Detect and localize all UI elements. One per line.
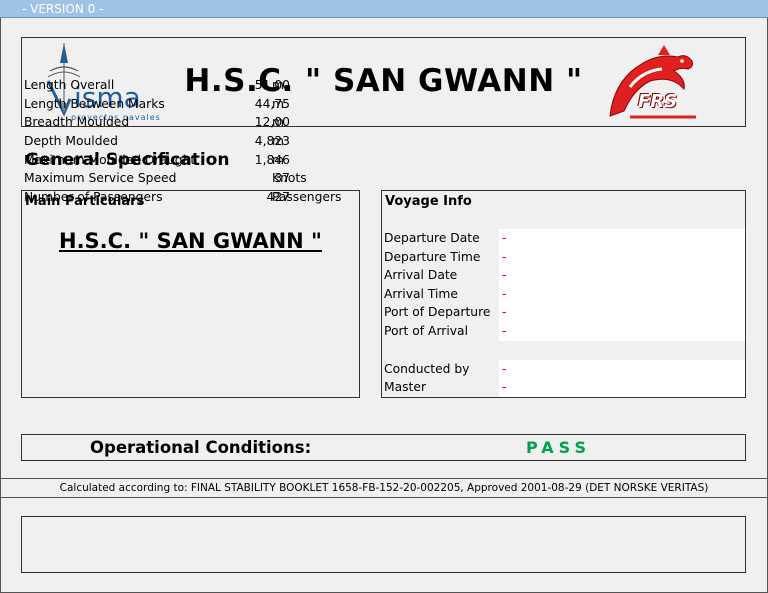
spec-row: Maximum Moulded Draught 1,846 m	[24, 151, 358, 169]
sheet-divider-top	[0, 478, 768, 479]
spec-row: Number of Passengers 427 Passengers	[24, 188, 358, 206]
operational-conditions-box: Operational Conditions: PASS	[21, 434, 746, 461]
frs-logo: FRS	[600, 41, 702, 123]
voyage-row: Arrival Date -	[382, 266, 745, 284]
voyage-field-value[interactable]: -	[499, 378, 745, 396]
operational-conditions-label: Operational Conditions:	[90, 438, 312, 457]
spec-label: Breadth Moulded	[24, 115, 130, 129]
status-badge: PASS	[526, 438, 591, 457]
voyage-field-label: Arrival Date	[384, 268, 458, 282]
voyage-info-title: Voyage Info	[385, 194, 472, 209]
calculation-note: Calculated according to: FINAL STABILITY…	[59, 482, 709, 494]
crew-row: Master -	[382, 378, 745, 396]
sheet-divider-mid	[0, 497, 768, 498]
voyage-field-label: Port of Departure	[384, 305, 491, 319]
version-bar: - VERSION 0 -	[0, 0, 768, 18]
voyage-field-value[interactable]: -	[499, 229, 745, 247]
spec-label: Length Between Marks	[24, 97, 165, 111]
voyage-field-label: Port of Arrival	[384, 324, 469, 338]
voyage-row: Port of Arrival -	[382, 322, 745, 340]
spec-unit: m	[272, 153, 284, 167]
spec-label: Length Overall	[24, 78, 115, 92]
spec-unit: m	[272, 115, 284, 129]
spec-label: Maximum Service Speed	[24, 171, 177, 185]
voyage-info-panel: Voyage Info Departure Date - Departure Tim…	[381, 190, 746, 398]
spec-label: Number of Passengers	[24, 190, 163, 204]
voyage-field-label: Master	[384, 380, 426, 394]
spec-row: Length Overall 51,00 m	[24, 76, 358, 94]
voyage-row: Arrival Time -	[382, 285, 745, 303]
sheet-border-left	[0, 18, 1, 593]
spec-unit: m	[272, 134, 284, 148]
voyage-field-label: Departure Time	[384, 250, 481, 264]
voyage-field-label: Departure Date	[384, 231, 480, 245]
spec-unit: Passengers	[272, 190, 342, 204]
spec-row: Breadth Moulded 12,00 m	[24, 113, 358, 131]
voyage-field-value[interactable]: -	[499, 303, 745, 321]
voyage-field-label: Arrival Time	[384, 287, 458, 301]
spec-row: Depth Moulded 4,823 m	[24, 132, 358, 150]
spec-unit: Knots	[272, 171, 307, 185]
voyage-field-label: Conducted by	[384, 362, 470, 376]
version-label: - VERSION 0 -	[22, 2, 104, 16]
spec-unit: m	[272, 97, 284, 111]
main-particulars-panel: Main Particulars H.S.C. " SAN GWANN " Le…	[21, 78, 360, 398]
spec-label: Maximum Moulded Draught	[24, 153, 196, 167]
ship-name: H.S.C. " SAN GWANN "	[59, 229, 322, 253]
frs-wordmark: FRS	[638, 91, 678, 112]
crew-row: Conducted by -	[382, 360, 745, 378]
spec-unit: m	[272, 78, 284, 92]
voyage-field-value[interactable]: -	[499, 322, 745, 340]
spec-label: Depth Moulded	[24, 134, 118, 148]
notes-box	[21, 516, 746, 573]
voyage-row: Port of Departure -	[382, 303, 745, 321]
spec-row: Maximum Service Speed 37 Knots	[24, 169, 358, 187]
voyage-field-value[interactable]: -	[499, 248, 745, 266]
voyage-row: Departure Time -	[382, 248, 745, 266]
voyage-field-value[interactable]: -	[499, 360, 745, 378]
voyage-field-value[interactable]: -	[499, 285, 745, 303]
voyage-row: Departure Date -	[382, 229, 745, 247]
spec-row: Length Between Marks 44,75 m	[24, 95, 358, 113]
voyage-field-value[interactable]: -	[499, 266, 745, 284]
